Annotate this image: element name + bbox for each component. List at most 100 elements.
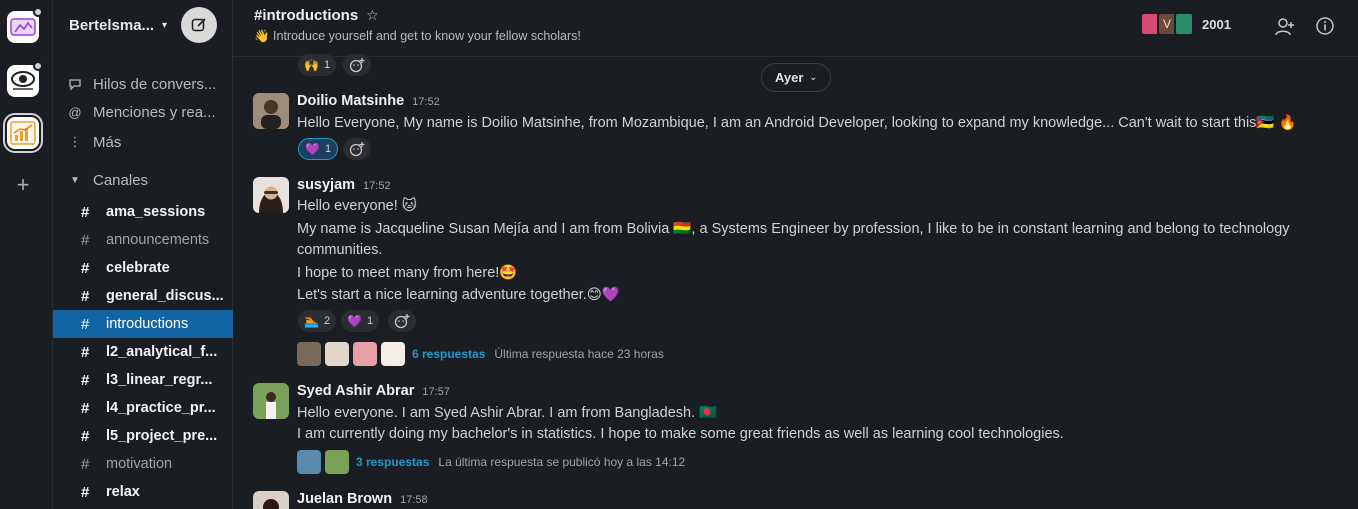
add-reaction-icon <box>394 314 410 329</box>
member-count: 2001 <box>1202 16 1231 32</box>
nav-label: Más <box>93 133 122 151</box>
thread-last-reply: La última respuesta se publicó hoy a las… <box>438 455 686 469</box>
raised-hands-emoji: 🙌 <box>304 58 319 72</box>
thread-summary[interactable]: 3 respuestas La última respuesta se publ… <box>297 450 685 474</box>
channel-ama-sessions[interactable]: # ama_sessions <box>53 198 233 226</box>
channels-section-header[interactable]: ▼ Canales <box>53 166 233 194</box>
member-list-button[interactable]: V 2001 <box>1140 12 1231 36</box>
add-reaction-button[interactable] <box>388 310 416 332</box>
info-icon[interactable] <box>1315 16 1337 38</box>
channel-title-text: #introductions <box>254 7 359 24</box>
compose-button[interactable] <box>181 7 217 43</box>
hash-icon: # <box>81 259 90 277</box>
channel-l3-linear[interactable]: # l3_linear_regr... <box>53 366 233 394</box>
message-text: communities. <box>297 242 383 258</box>
message-author[interactable]: Syed Ashir Abrar 17:57 <box>297 383 450 399</box>
purple-heart-emoji: 💜 <box>305 142 320 156</box>
workspace-logo-1[interactable] <box>7 7 43 43</box>
channel-title[interactable]: #introductions ☆ <box>254 7 379 24</box>
avatar[interactable] <box>253 383 289 419</box>
reaction-count: 2 <box>323 315 331 327</box>
reaction-count: 1 <box>366 315 374 327</box>
hash-icon: # <box>81 343 90 361</box>
add-reaction-button[interactable] <box>343 138 371 160</box>
thread-participant-avatar <box>297 450 321 474</box>
compose-icon <box>191 18 206 32</box>
reaction-chip[interactable]: 💜 1 <box>341 310 380 332</box>
reaction-count: 1 <box>324 143 332 155</box>
channel-name: l4_practice_pr... <box>106 400 216 416</box>
message-text: Hello Everyone, My name is Doilio Matsin… <box>297 115 1297 131</box>
channel-introductions[interactable]: # introductions <box>53 310 233 338</box>
nav-mentions[interactable]: @ Menciones y rea... <box>53 98 233 126</box>
nav-label: Hilos de convers... <box>93 75 217 93</box>
thread-participant-avatar <box>325 450 349 474</box>
add-reaction-button[interactable] <box>343 54 371 76</box>
channel-name: l2_analytical_f... <box>106 344 218 360</box>
hash-icon: # <box>81 455 90 473</box>
channel-motivation[interactable]: # motivation <box>53 450 233 478</box>
sidebar: Bertelsma... ▾ Hilos de convers... @ Men… <box>53 0 233 509</box>
member-avatar <box>1174 12 1194 36</box>
swimmer-emoji: 🏊 <box>304 314 319 328</box>
thread-replies-link[interactable]: 3 respuestas <box>356 455 429 469</box>
author-name: susyjam <box>297 177 356 193</box>
reaction-chip[interactable]: 💜 1 <box>298 138 339 160</box>
hash-icon: # <box>81 287 90 305</box>
add-reaction-icon <box>349 58 365 73</box>
thread-replies-link[interactable]: 6 respuestas <box>412 347 485 361</box>
channel-l5-project[interactable]: # l5_project_pre... <box>53 422 233 450</box>
message-time[interactable]: 17:58 <box>400 494 428 506</box>
workspace-logo-chart[interactable] <box>3 113 43 153</box>
channel-name: l5_project_pre... <box>106 428 218 444</box>
workspace-rail: + <box>0 0 53 509</box>
channel-l2-analytical[interactable]: # l2_analytical_f... <box>53 338 233 366</box>
author-name: Syed Ashir Abrar <box>297 383 415 399</box>
channel-topic: 👋 Introduce yourself and get to know you… <box>254 29 581 43</box>
hash-icon: # <box>81 427 90 445</box>
nav-label: Menciones y rea... <box>93 103 216 121</box>
reaction-chip[interactable]: 🏊 2 <box>298 310 337 332</box>
avatar[interactable] <box>253 93 289 129</box>
add-person-icon[interactable] <box>1274 16 1296 38</box>
message-text: My name is Jacqueline Susan Mejía and I … <box>297 221 1290 237</box>
message-text: I hope to meet many from here!🤩 <box>297 265 518 281</box>
thread-summary[interactable]: 6 respuestas Última respuesta hace 23 ho… <box>297 342 664 366</box>
message-time[interactable]: 17:57 <box>422 386 450 398</box>
channel-header: #introductions ☆ 👋 Introduce yourself an… <box>233 0 1358 57</box>
avatar[interactable] <box>253 491 289 509</box>
workspace-logo-observatorio[interactable] <box>7 61 43 97</box>
message-time[interactable]: 17:52 <box>412 96 440 108</box>
channel-name: ama_sessions <box>106 204 206 220</box>
purple-heart-emoji: 💜 <box>347 314 362 328</box>
message-author[interactable]: Juelan Brown 17:58 <box>297 491 428 507</box>
caret-down-icon: ▼ <box>70 174 80 186</box>
channel-l4-practice[interactable]: # l4_practice_pr... <box>53 394 233 422</box>
channel-name: motivation <box>106 456 173 472</box>
channel-name: celebrate <box>106 260 170 276</box>
threads-icon <box>67 77 83 91</box>
thread-participant-avatar <box>353 342 377 366</box>
workspace-name: Bertelsma... <box>69 16 155 34</box>
chevron-down-icon: ⌄ <box>809 72 817 82</box>
channel-name: l3_linear_regr... <box>106 372 213 388</box>
channel-celebrate[interactable]: # celebrate <box>53 254 233 282</box>
message-time[interactable]: 17:52 <box>363 180 391 192</box>
reaction-chip[interactable]: 🙌 1 <box>298 54 337 76</box>
avatar[interactable] <box>253 177 289 213</box>
star-icon[interactable]: ☆ <box>366 7 379 24</box>
nav-threads[interactable]: Hilos de convers... <box>53 70 233 98</box>
day-divider-button[interactable]: Ayer ⌄ <box>761 63 831 92</box>
channel-relax[interactable]: # relax <box>53 478 233 506</box>
message-author[interactable]: susyjam 17:52 <box>297 177 391 193</box>
message-author[interactable]: Doilio Matsinhe 17:52 <box>297 93 440 109</box>
channel-general-discussion[interactable]: # general_discus... <box>53 282 233 310</box>
channel-view: #introductions ☆ 👋 Introduce yourself an… <box>233 0 1358 509</box>
nav-more[interactable]: ⋮ Más <box>53 128 233 156</box>
channel-announcements[interactable]: # announcements <box>53 226 233 254</box>
chevron-down-icon: ▾ <box>162 19 168 31</box>
day-divider-label: Ayer <box>775 70 804 85</box>
add-workspace-icon[interactable]: + <box>11 173 35 197</box>
channel-name: general_discus... <box>106 288 224 304</box>
reaction-count: 1 <box>323 59 331 71</box>
